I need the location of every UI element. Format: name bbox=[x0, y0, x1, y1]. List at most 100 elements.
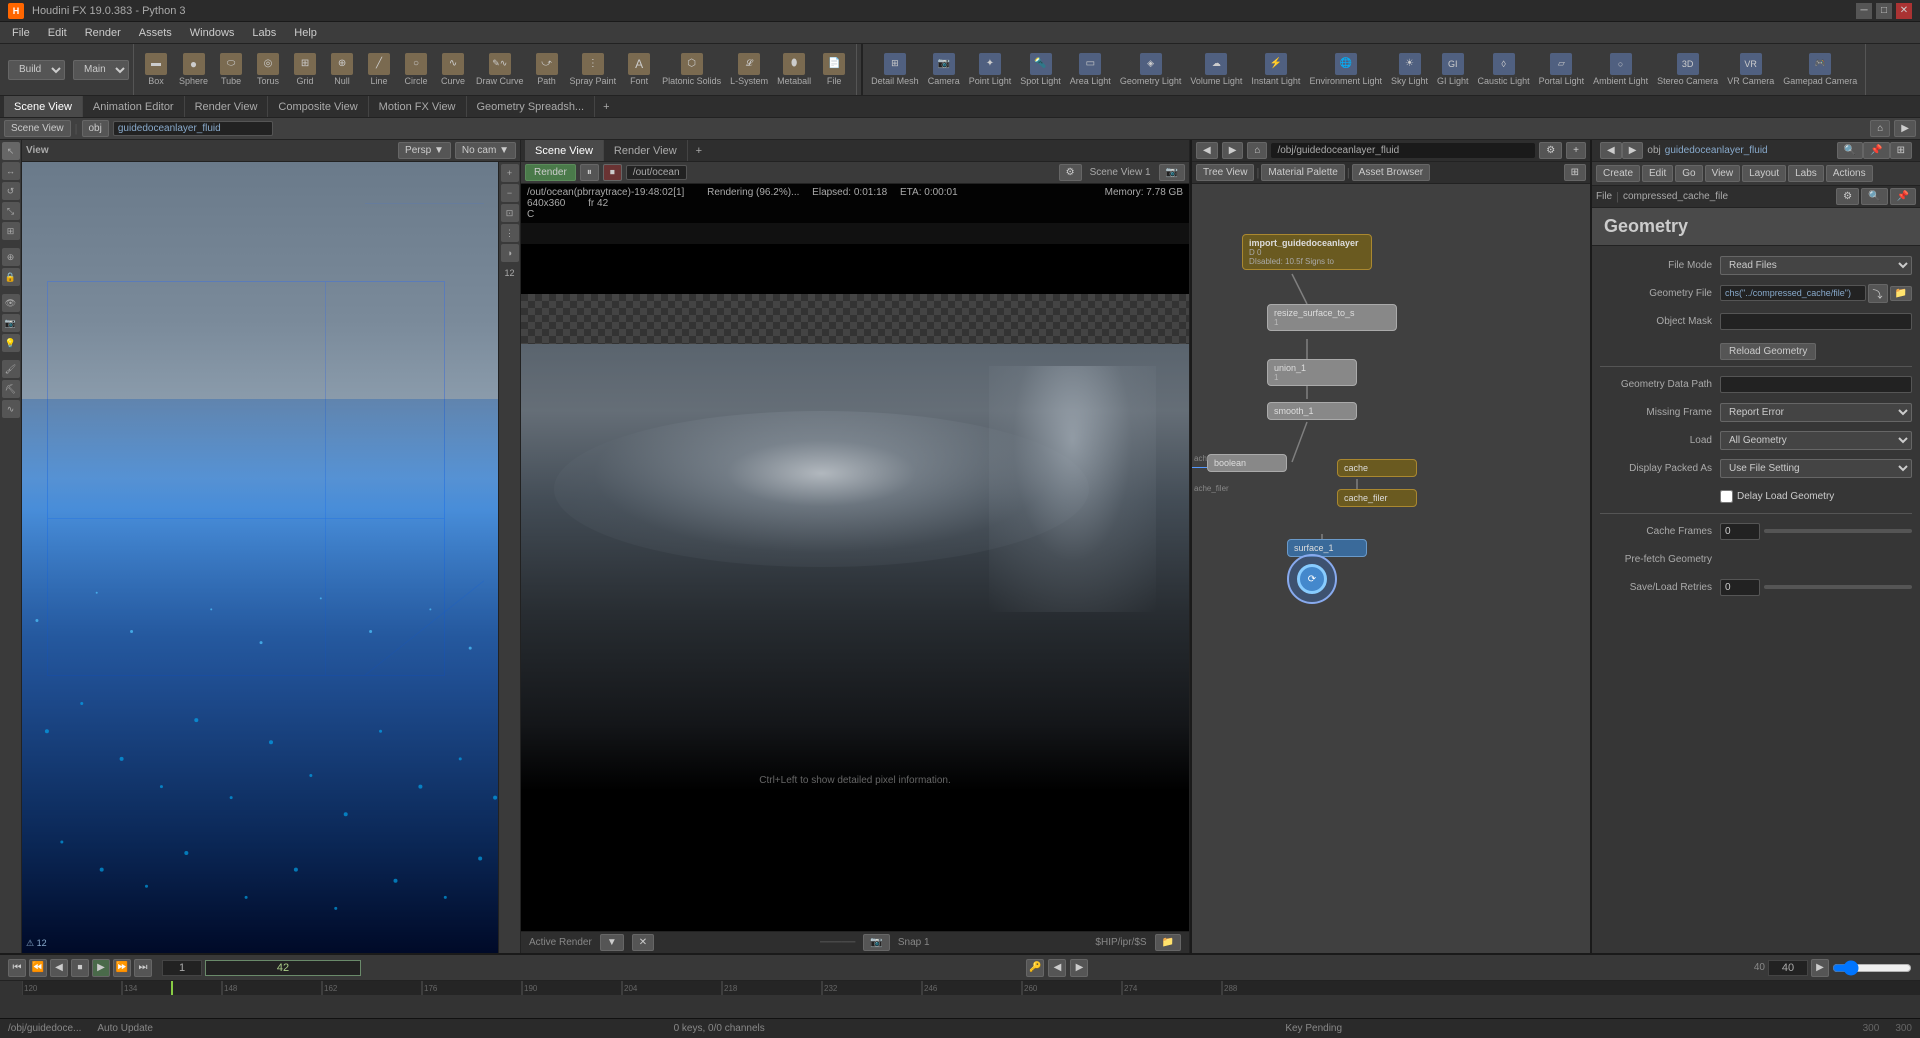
props-search-btn[interactable]: 🔍 bbox=[1837, 142, 1863, 159]
geometry-data-path-input[interactable] bbox=[1720, 376, 1912, 393]
key-btn[interactable]: 🔑 bbox=[1026, 959, 1044, 977]
paint-tool[interactable]: 🖌 bbox=[2, 360, 20, 378]
node-graph-back-btn[interactable]: ◀ bbox=[1196, 142, 1218, 159]
props-gear-btn[interactable]: ⚙ bbox=[1836, 188, 1859, 205]
cache-frames-input[interactable] bbox=[1720, 523, 1760, 540]
torus-button[interactable]: ◎ Torus bbox=[250, 46, 286, 94]
node-graph-add-btn[interactable]: + bbox=[1566, 142, 1586, 159]
props-pin-btn[interactable]: 📌 bbox=[1863, 142, 1889, 159]
volume-light-button[interactable]: ☁ Volume Light bbox=[1186, 46, 1246, 94]
stop-btn[interactable]: ⏹ bbox=[71, 959, 89, 977]
ambient-light-button[interactable]: ○ Ambient Light bbox=[1589, 46, 1652, 94]
props-fwd-btn[interactable]: ▶ bbox=[1622, 142, 1644, 159]
load-dropdown[interactable]: All Geometry Bounding Box Points Only bbox=[1720, 431, 1912, 450]
timeline-track[interactable]: 120 134 148 162 176 190 204 218 bbox=[22, 981, 1920, 1018]
tab-animation-editor[interactable]: Animation Editor bbox=[83, 96, 185, 117]
build-dropdown[interactable]: Build bbox=[8, 60, 65, 80]
render-viewport[interactable]: /out/ocean(pbrraytrace)-19:48:02[1] Rend… bbox=[521, 184, 1189, 931]
select-tool[interactable]: ↖ bbox=[2, 142, 20, 160]
save-load-retries-input[interactable] bbox=[1720, 579, 1760, 596]
point-light-button[interactable]: ✦ Point Light bbox=[965, 46, 1016, 94]
circle-button[interactable]: ○ Circle bbox=[398, 46, 434, 94]
prev-key-btn[interactable]: ◀ bbox=[1048, 959, 1066, 977]
add-tab-button[interactable]: + bbox=[595, 98, 617, 116]
menu-render[interactable]: Render bbox=[77, 25, 129, 41]
view-tool[interactable]: 👁 bbox=[2, 294, 20, 312]
render-pause-btn[interactable]: ⏸ bbox=[580, 164, 599, 181]
close-button[interactable]: ✕ bbox=[1896, 3, 1912, 19]
menu-help[interactable]: Help bbox=[286, 25, 325, 41]
tab-motion-fx[interactable]: Motion FX View bbox=[369, 96, 467, 117]
camera-button[interactable]: 📷 Camera bbox=[924, 46, 964, 94]
node-cache[interactable]: cache bbox=[1337, 459, 1417, 477]
render-button[interactable]: Render bbox=[525, 164, 576, 181]
render-btn-small[interactable]: ▶ bbox=[1894, 120, 1916, 137]
node-resize[interactable]: resize_surface_to_s 1 bbox=[1267, 304, 1397, 331]
step-fwd-btn[interactable]: ⏩ bbox=[113, 959, 131, 977]
dynamics-tool[interactable]: ∿ bbox=[2, 400, 20, 418]
play-fwd-btn[interactable]: ▶ bbox=[92, 959, 110, 977]
spray-paint-button[interactable]: ⋮ Spray Paint bbox=[566, 46, 621, 94]
zoom-out-btn[interactable]: − bbox=[501, 184, 519, 202]
render-path-browse-btn[interactable]: 📁 bbox=[1155, 934, 1181, 951]
node-graph-area[interactable]: import_guidedoceanlayer D 0DIsabled: 10.… bbox=[1192, 184, 1590, 953]
add-render-tab[interactable]: + bbox=[688, 142, 710, 160]
obj-btn[interactable]: obj bbox=[82, 120, 109, 137]
tab-scene-view-2[interactable]: Scene View bbox=[525, 140, 604, 161]
render-settings-btn[interactable]: ⚙ bbox=[1059, 164, 1082, 181]
go-start-btn[interactable]: ⏮ bbox=[8, 959, 26, 977]
node-boolean[interactable]: boolean bbox=[1207, 454, 1287, 472]
delay-load-checkbox[interactable] bbox=[1720, 490, 1733, 503]
menu-assets[interactable]: Assets bbox=[131, 25, 180, 41]
props-edit-btn[interactable]: Edit bbox=[1642, 165, 1673, 182]
save-load-retries-slider[interactable] bbox=[1764, 585, 1912, 589]
node-graph-fwd-btn[interactable]: ▶ bbox=[1222, 142, 1244, 159]
sculpt-tool[interactable]: ⛏ bbox=[2, 380, 20, 398]
menu-file[interactable]: File bbox=[4, 25, 38, 41]
l-system-button[interactable]: 𝓛 L-System bbox=[726, 46, 772, 94]
props-pin-btn-2[interactable]: 📌 bbox=[1890, 188, 1916, 205]
tab-geometry-spreadsheet[interactable]: Geometry Spreadsh... bbox=[467, 96, 596, 117]
display-packed-dropdown[interactable]: Use File Setting Full Geometry Bounding … bbox=[1720, 459, 1912, 478]
box-button[interactable]: ▬ Box bbox=[138, 46, 174, 94]
node-graph-expand-btn[interactable]: ⊞ bbox=[1564, 164, 1586, 181]
manip-tool[interactable]: ⊞ bbox=[2, 222, 20, 240]
frame-slider[interactable] bbox=[1832, 962, 1912, 974]
snap-camera-btn[interactable]: 📷 bbox=[863, 934, 889, 951]
props-actions-btn[interactable]: Actions bbox=[1826, 165, 1873, 182]
props-create-btn[interactable]: Create bbox=[1596, 165, 1640, 182]
props-view-btn[interactable]: View bbox=[1705, 165, 1741, 182]
font-button[interactable]: A Font bbox=[621, 46, 657, 94]
vr-camera-button[interactable]: VR VR Camera bbox=[1723, 46, 1778, 94]
node-import[interactable]: import_guidedoceanlayer D 0DIsabled: 10.… bbox=[1242, 234, 1372, 270]
props-expand-btn[interactable]: ⊞ bbox=[1890, 142, 1912, 159]
tree-view-btn[interactable]: Tree View bbox=[1196, 164, 1254, 181]
snap-btn[interactable]: 📷 bbox=[1159, 164, 1185, 181]
metaball-button[interactable]: ⬮ Metaball bbox=[773, 46, 815, 94]
tab-render-view-2[interactable]: Render View bbox=[604, 140, 688, 161]
material-palette-btn[interactable]: Material Palette bbox=[1261, 164, 1344, 181]
caustic-light-button[interactable]: ◊ Caustic Light bbox=[1474, 46, 1534, 94]
maximize-button[interactable]: □ bbox=[1876, 3, 1892, 19]
camera-selector[interactable]: Persp ▼ bbox=[398, 142, 451, 159]
props-go-btn[interactable]: Go bbox=[1675, 165, 1702, 182]
tab-composite-view[interactable]: Composite View bbox=[268, 96, 368, 117]
props-labs-btn[interactable]: Labs bbox=[1788, 165, 1824, 182]
null-button[interactable]: ⊕ Null bbox=[324, 46, 360, 94]
menu-labs[interactable]: Labs bbox=[244, 25, 284, 41]
gi-light-button[interactable]: GI GI Light bbox=[1433, 46, 1473, 94]
home-btn[interactable]: ⌂ bbox=[1870, 120, 1890, 137]
object-mask-input[interactable] bbox=[1720, 313, 1912, 330]
grid-button[interactable]: ⊞ Grid bbox=[287, 46, 323, 94]
rotate-tool[interactable]: ↺ bbox=[2, 182, 20, 200]
lock-tool[interactable]: 🔒 bbox=[2, 268, 20, 286]
fit-btn[interactable]: ⊡ bbox=[501, 204, 519, 222]
missing-frame-dropdown[interactable]: Report Error Closest Frame Black Frame bbox=[1720, 403, 1912, 422]
platonic-solids-button[interactable]: ⬡ Platonic Solids bbox=[658, 46, 725, 94]
scale-tool[interactable]: ⤡ bbox=[2, 202, 20, 220]
asset-browser-btn[interactable]: Asset Browser bbox=[1352, 164, 1430, 181]
scene-view-btn[interactable]: Scene View bbox=[4, 120, 71, 137]
portal-light-button[interactable]: ▱ Portal Light bbox=[1535, 46, 1589, 94]
path-button[interactable]: ⤻ Path bbox=[529, 46, 565, 94]
cache-frames-slider[interactable] bbox=[1764, 529, 1912, 533]
